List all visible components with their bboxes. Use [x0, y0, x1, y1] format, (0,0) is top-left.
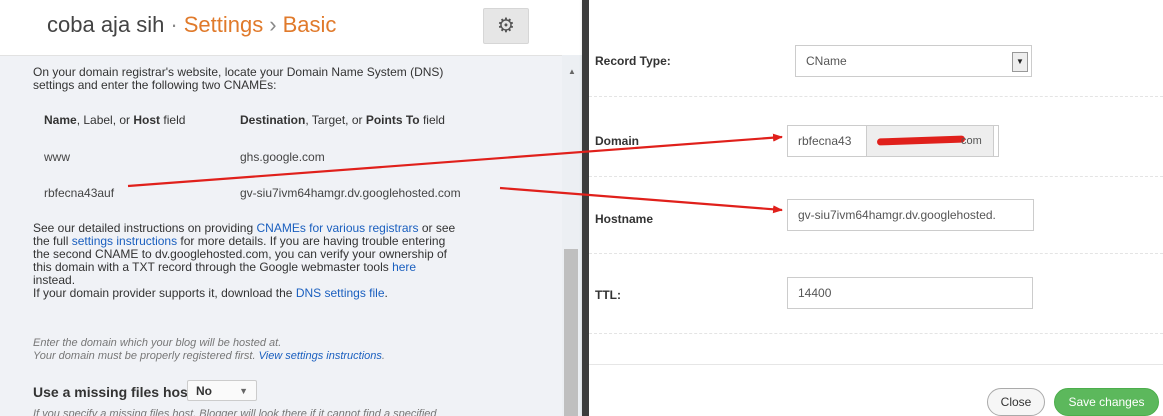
domain-suffix-text: com [961, 135, 982, 147]
detail-line-1-end: or see [418, 221, 456, 235]
cnames-registrars-link[interactable]: CNAMEs for various registrars [256, 221, 418, 235]
col1-field: field [160, 113, 186, 127]
dns-instructions: On your domain registrar's website, loca… [0, 55, 562, 416]
dns-settings-file-link[interactable]: DNS settings file [296, 286, 385, 300]
settings-instructions-link[interactable]: settings instructions [72, 234, 177, 248]
hostname-label: Hostname [595, 212, 654, 226]
record-type-value: CName [806, 54, 847, 68]
domain-hint-line-2: Your domain must be properly registered … [33, 350, 259, 362]
redaction-mark [876, 135, 966, 146]
cname-row-1-name: www [44, 150, 70, 164]
breadcrumb: coba aja sih · Settings › Basic [47, 12, 336, 38]
scrollbar-thumb[interactable] [564, 249, 578, 416]
webmaster-tools-here-link[interactable]: here [392, 260, 416, 274]
col1-name: Name [44, 113, 77, 127]
detail-line-2: the full [33, 234, 72, 248]
col2-field: field [419, 113, 445, 127]
scroll-up-icon[interactable]: ▲ [568, 67, 576, 76]
dns-record-form: Record Type: CName ▼ Domain rbfecna43 co… [589, 0, 1163, 416]
cname-row-1-destination: ghs.google.com [240, 150, 325, 164]
form-divider [589, 253, 1163, 254]
domain-hint-end: . [381, 350, 385, 362]
detail-line-1: See our detailed instructions on providi… [33, 221, 257, 235]
detail-line-2-end: for more details. If you are having trou… [177, 234, 446, 248]
col1-host: Host [133, 113, 161, 127]
blogger-settings-panel: coba aja sih · Settings › Basic ⚙ On your do… [0, 0, 582, 416]
detail-text: See our detailed instructions on providi… [33, 222, 538, 300]
form-divider [589, 96, 1163, 97]
intro-line-2: settings and enter the following two CNA… [33, 78, 277, 92]
domain-value: rbfecna43 [798, 134, 852, 148]
missing-files-host-label: Use a missing files host? [33, 384, 202, 400]
close-button[interactable]: Close [987, 388, 1045, 416]
download-text-end: . [384, 286, 388, 300]
breadcrumb-chevron: › [269, 12, 277, 37]
gear-icon: ⚙ [497, 15, 515, 37]
download-text: If your domain provider supports it, dow… [33, 286, 296, 300]
column-header-name: Name, Label, or Host field [44, 113, 185, 127]
cname-row-2-name: rbfecna43auf [44, 186, 115, 200]
intro-text: On your domain registrar's website, loca… [33, 66, 538, 92]
column-header-destination: Destination, Target, or Points To field [240, 113, 445, 127]
missing-files-hint: If you specify a missing files host, Blo… [33, 408, 437, 416]
breadcrumb-settings[interactable]: Settings [184, 12, 264, 37]
domain-input[interactable]: rbfecna43 com [787, 125, 999, 157]
settings-header: coba aja sih · Settings › Basic ⚙ [0, 0, 582, 55]
view-settings-instructions-link[interactable]: View settings instructions [259, 350, 382, 362]
col2-destination: Destination [240, 113, 306, 127]
domain-hint: Enter the domain which your blog will be… [33, 337, 385, 363]
modal-footer-divider [589, 364, 1163, 365]
scrollbar[interactable]: ▲ [562, 55, 582, 416]
col2-target: , Target [305, 113, 346, 127]
ttl-input[interactable]: 14400 [787, 277, 1033, 309]
breadcrumb-basic: Basic [282, 12, 337, 37]
settings-gear-button[interactable]: ⚙ [483, 8, 529, 44]
record-type-label: Record Type: [595, 54, 671, 68]
domain-label: Domain [595, 134, 640, 148]
chevron-down-icon: ▼ [1012, 52, 1028, 72]
missing-files-host-select[interactable]: No ▼ [187, 380, 257, 401]
breadcrumb-separator: · [170, 12, 178, 37]
save-changes-button[interactable]: Save changes [1054, 388, 1159, 416]
form-divider [589, 333, 1163, 334]
cname-row-2-destination: gv-siu7ivm64hamgr.dv.googlehosted.com [240, 186, 461, 200]
blog-name[interactable]: coba aja sih [47, 12, 164, 37]
record-type-select[interactable]: CName ▼ [795, 45, 1032, 77]
missing-files-host-value: No [196, 384, 212, 398]
domain-suffix: com [866, 126, 994, 156]
ttl-label: TTL: [595, 288, 621, 302]
col1-label: , Label [76, 113, 113, 127]
domain-hint-line-1: Enter the domain which your blog will be… [33, 337, 282, 349]
col2-or: , or [345, 113, 366, 127]
chevron-down-icon: ▼ [239, 386, 248, 396]
col1-or: , or [112, 113, 134, 127]
window-divider [582, 0, 589, 416]
detail-line-4: this domain with a TXT record through th… [33, 260, 393, 274]
col2-points-to: Points To [365, 113, 420, 127]
hostname-input[interactable]: gv-siu7ivm64hamgr.dv.googlehosted. [787, 199, 1034, 231]
form-divider [589, 176, 1163, 177]
